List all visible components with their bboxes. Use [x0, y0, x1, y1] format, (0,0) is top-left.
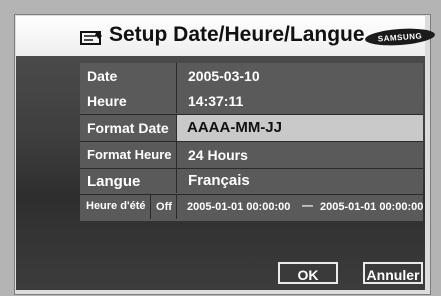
time-value[interactable]: 14:37:11 [188, 93, 243, 109]
cancel-button[interactable]: Annuler [363, 262, 423, 284]
time-format-row[interactable]: Format Heure 24 Hours [80, 142, 423, 168]
time-format-value[interactable]: 24 Hours [188, 147, 248, 163]
dst-end[interactable]: 2005-01-01 00:00:00 [320, 201, 423, 213]
dialog-header: Setup Date/Heure/Langue SAMSUNG [16, 16, 436, 57]
time-label: Heure [87, 93, 127, 109]
dst-label: Heure d'été [86, 200, 146, 212]
settings-card-icon [80, 31, 102, 45]
date-label: Date [87, 68, 118, 84]
dst-start[interactable]: 2005-01-01 00:00:00 [187, 201, 290, 213]
dst-separator: — [302, 200, 313, 212]
page-title: Setup Date/Heure/Langue [109, 23, 365, 46]
time-row[interactable]: Heure 14:37:11 [80, 89, 423, 113]
dst-toggle[interactable]: Off [150, 195, 177, 219]
date-row[interactable]: Date 2005-03-10 [80, 63, 423, 89]
date-format-value[interactable]: AAAA-MM-JJ [187, 119, 282, 136]
date-format-label: Format Date [87, 120, 169, 136]
dst-row[interactable]: Heure d'été Off 2005-01-01 00:00:00 — 20… [80, 195, 423, 219]
time-format-label: Format Heure [87, 147, 172, 162]
ok-button[interactable]: OK [278, 262, 338, 284]
samsung-logo: SAMSUNG [364, 26, 436, 48]
language-label: Langue [87, 173, 141, 190]
date-format-row[interactable]: Format Date AAAA-MM-JJ [80, 115, 423, 141]
language-value[interactable]: Français [188, 172, 250, 189]
date-value[interactable]: 2005-03-10 [188, 68, 260, 84]
language-row[interactable]: Langue Français [80, 169, 423, 193]
date-format-highlight[interactable]: AAAA-MM-JJ [177, 115, 423, 141]
